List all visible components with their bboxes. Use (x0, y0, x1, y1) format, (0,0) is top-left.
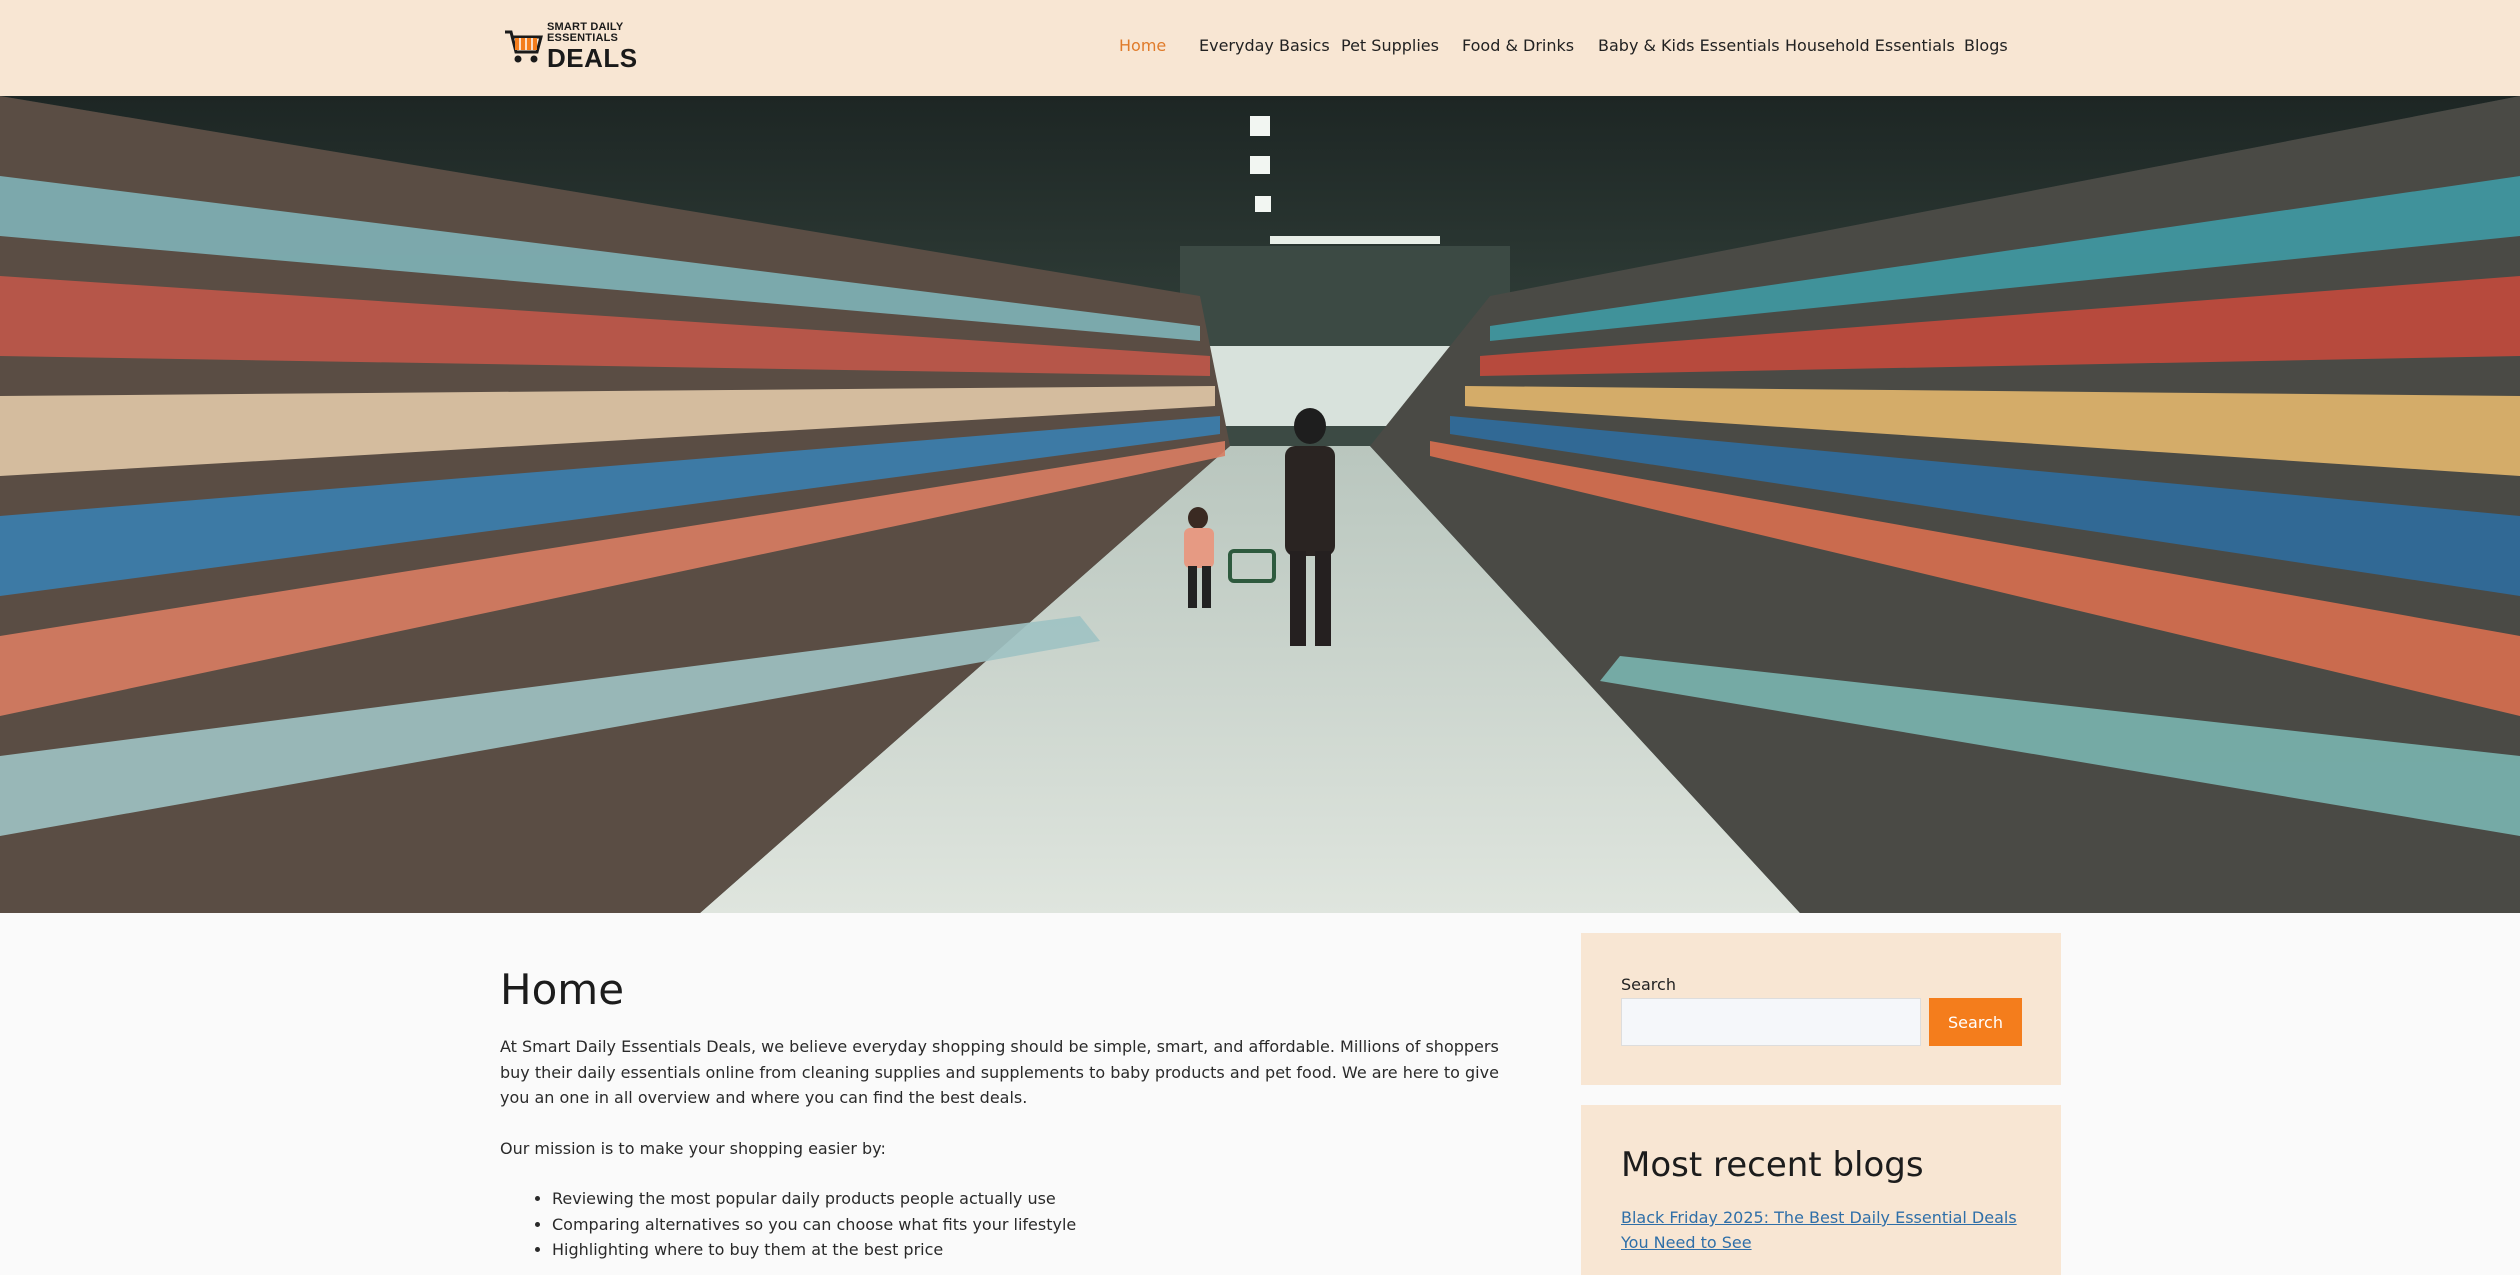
intro-paragraph: At Smart Daily Essentials Deals, we beli… (500, 1037, 1499, 1107)
nav-item-baby-kids-essentials[interactable]: Baby & Kids Essentials (1598, 36, 1780, 55)
logo-line-3: DEALS (547, 42, 638, 73)
nav-item-home[interactable]: Home (1119, 36, 1166, 55)
search-widget: Search Search (1581, 933, 2061, 1085)
mission-paragraph: Our mission is to make your shopping eas… (500, 1138, 886, 1158)
recent-blogs-widget: Most recent blogs Black Friday 2025: The… (1581, 1105, 2061, 1275)
shopping-cart-icon (503, 24, 543, 68)
main-content: Home At Smart Daily Essentials Deals, we… (500, 965, 1520, 1263)
hero-image (0, 96, 2520, 913)
search-input[interactable] (1621, 998, 1921, 1046)
logo-line-2: ESSENTIALS (547, 31, 619, 44)
nav-item-blogs[interactable]: Blogs (1964, 36, 2008, 55)
logo-text: SMART DAILY ESSENTIALS DEALS (547, 20, 638, 73)
recent-blog-link[interactable]: Black Friday 2025: The Best Daily Essent… (1621, 1205, 2031, 1255)
search-button[interactable]: Search (1929, 998, 2022, 1046)
list-item: Comparing alternatives so you can choose… (552, 1212, 1520, 1238)
recent-blogs-title: Most recent blogs (1621, 1145, 1924, 1185)
nav-item-pet-supplies[interactable]: Pet Supplies (1341, 36, 1439, 55)
search-label: Search (1621, 975, 1676, 994)
page-title: Home (500, 965, 625, 1014)
list-item: Highlighting where to buy them at the be… (552, 1237, 1520, 1263)
logo-line-1: SMART DAILY (547, 20, 624, 33)
nav-item-everyday-basics[interactable]: Everyday Basics (1199, 36, 1330, 55)
site-header: SMART DAILY ESSENTIALS DEALS Home Everyd… (0, 0, 2520, 96)
nav-item-food-drinks[interactable]: Food & Drinks (1462, 36, 1574, 55)
nav-item-household-essentials[interactable]: Household Essentials (1785, 36, 1955, 55)
mission-list: Reviewing the most popular daily product… (552, 1186, 1520, 1263)
site-logo[interactable]: SMART DAILY ESSENTIALS DEALS (503, 20, 637, 72)
list-item: Reviewing the most popular daily product… (552, 1186, 1520, 1212)
